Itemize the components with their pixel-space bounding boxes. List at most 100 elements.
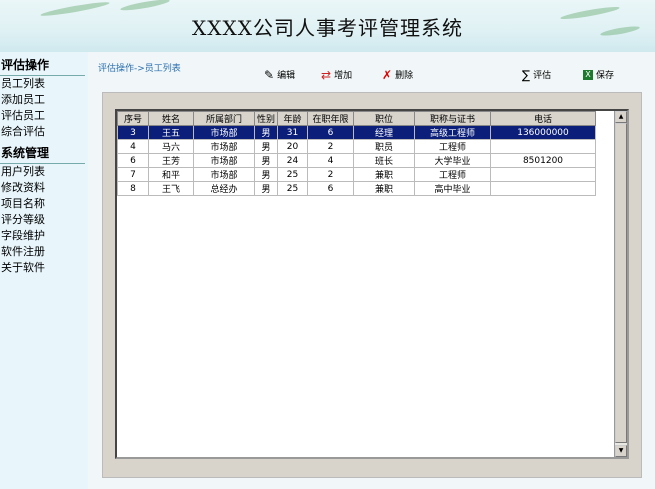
cell: 大学毕业 [414, 153, 491, 168]
sidebar-item-software-registration[interactable]: 软件注册 [0, 244, 88, 260]
cell: 4 [307, 153, 354, 168]
column-header[interactable]: 性别 [254, 111, 278, 126]
vertical-scrollbar[interactable]: ▲ ▼ [614, 111, 627, 457]
sidebar-item-about[interactable]: 关于软件 [0, 260, 88, 276]
cell: 6 [307, 181, 354, 196]
sidebar-item-rating-level[interactable]: 评分等级 [0, 212, 88, 228]
cell: 2 [307, 139, 354, 154]
cell: 市场部 [193, 125, 255, 140]
delete-icon: ✗ [382, 67, 393, 82]
cell: 136000000 [490, 125, 596, 140]
cell: 市场部 [193, 167, 255, 182]
main-content: 评估操作->员工列表 ✎ 编辑 ⇄ 增加 ✗ 删除 ∑ 评估 X 保存 序号 姓 [88, 52, 655, 489]
sidebar: 评估操作 员工列表 添加员工 评估员工 综合评估 系统管理 用户列表 修改资料 … [0, 52, 88, 489]
cell: 市场部 [193, 139, 255, 154]
cell: 总经办 [193, 181, 255, 196]
evaluate-button[interactable]: ∑ 评估 [522, 67, 552, 82]
delete-label: 删除 [395, 71, 414, 81]
cell: 高级工程师 [414, 125, 491, 140]
save-label: 保存 [596, 71, 615, 81]
breadcrumb[interactable]: 评估操作->员工列表 [98, 61, 181, 74]
header-banner: XXXX公司人事考评管理系统 [0, 0, 655, 52]
sidebar-section-title: 系统管理 [0, 140, 85, 164]
cell [490, 167, 596, 182]
app-title: XXXX公司人事考评管理系统 [192, 16, 463, 40]
edit-label: 编辑 [277, 71, 296, 81]
cell: 经理 [353, 125, 415, 140]
column-header[interactable]: 年龄 [277, 111, 308, 126]
cell: 6 [117, 153, 149, 168]
cell: 24 [277, 153, 308, 168]
sidebar-item-evaluate-employee[interactable]: 评估员工 [0, 108, 88, 124]
column-header[interactable]: 职位 [353, 111, 415, 126]
column-header[interactable]: 职称与证书 [414, 111, 491, 126]
cell: 兼职 [353, 181, 415, 196]
edit-button[interactable]: ✎ 编辑 [264, 68, 296, 82]
cell: 男 [254, 153, 278, 168]
cell: 兼职 [353, 167, 415, 182]
cell [490, 181, 596, 196]
cell: 25 [277, 181, 308, 196]
sidebar-section-title: 评估操作 [0, 52, 85, 76]
cell: 4 [117, 139, 149, 154]
cell: 马六 [148, 139, 194, 154]
cell: 男 [254, 167, 278, 182]
cell: 8 [117, 181, 149, 196]
employee-table: 序号 姓名 所属部门 性别 年龄 在职年限 职位 职称与证书 电话 3 王五 市… [117, 111, 596, 196]
sidebar-item-project-name[interactable]: 项目名称 [0, 196, 88, 212]
sidebar-item-overall-evaluation[interactable]: 综合评估 [0, 124, 88, 140]
sidebar-item-user-list[interactable]: 用户列表 [0, 164, 88, 180]
excel-icon: X [583, 69, 593, 80]
column-header[interactable]: 序号 [117, 111, 149, 126]
cell: 王芳 [148, 153, 194, 168]
table-row[interactable]: 8 王飞 总经办 男 25 6 兼职 高中毕业 [117, 181, 596, 196]
cell: 王五 [148, 125, 194, 140]
table-row[interactable]: 7 和平 市场部 男 25 2 兼职 工程师 [117, 167, 596, 182]
table-row[interactable]: 3 王五 市场部 男 31 6 经理 高级工程师 136000000 [117, 125, 596, 140]
cell: 20 [277, 139, 308, 154]
cell: 6 [307, 125, 354, 140]
cell: 7 [117, 167, 149, 182]
sidebar-item-edit-profile[interactable]: 修改资料 [0, 180, 88, 196]
add-icon: ⇄ [321, 67, 332, 82]
column-header[interactable]: 电话 [490, 111, 596, 126]
cell: 25 [277, 167, 308, 182]
scroll-down-button[interactable]: ▼ [615, 445, 627, 457]
cell: 高中毕业 [414, 181, 491, 196]
column-header[interactable]: 姓名 [148, 111, 194, 126]
cell: 男 [254, 125, 278, 140]
cell: 工程师 [414, 139, 491, 154]
cell: 和平 [148, 167, 194, 182]
cell: 男 [254, 181, 278, 196]
cell: 王飞 [148, 181, 194, 196]
cell [490, 139, 596, 154]
sidebar-item-add-employee[interactable]: 添加员工 [0, 92, 88, 108]
cell: 男 [254, 139, 278, 154]
cell: 2 [307, 167, 354, 182]
add-label: 增加 [334, 71, 353, 81]
column-header[interactable]: 在职年限 [307, 111, 354, 126]
employee-grid[interactable]: 序号 姓名 所属部门 性别 年龄 在职年限 职位 职称与证书 电话 3 王五 市… [115, 109, 629, 459]
cell: 职员 [353, 139, 415, 154]
sidebar-item-field-maintenance[interactable]: 字段维护 [0, 228, 88, 244]
sigma-icon: ∑ [522, 67, 531, 82]
cell: 工程师 [414, 167, 491, 182]
delete-button[interactable]: ✗ 删除 [382, 67, 414, 82]
cell: 8501200 [490, 153, 596, 168]
scroll-thumb[interactable] [615, 123, 627, 443]
cell: 31 [277, 125, 308, 140]
sidebar-section-evaluation: 评估操作 员工列表 添加员工 评估员工 综合评估 [0, 52, 88, 140]
table-row[interactable]: 4 马六 市场部 男 20 2 职员 工程师 [117, 139, 596, 154]
table-row[interactable]: 6 王芳 市场部 男 24 4 班长 大学毕业 8501200 [117, 153, 596, 168]
add-button[interactable]: ⇄ 增加 [321, 67, 353, 82]
scroll-up-button[interactable]: ▲ [615, 111, 627, 123]
sidebar-section-system: 系统管理 用户列表 修改资料 项目名称 评分等级 字段维护 软件注册 关于软件 [0, 140, 88, 276]
employee-panel: 序号 姓名 所属部门 性别 年龄 在职年限 职位 职称与证书 电话 3 王五 市… [102, 92, 642, 478]
cell: 3 [117, 125, 149, 140]
sidebar-item-employee-list[interactable]: 员工列表 [0, 76, 88, 92]
column-header[interactable]: 所属部门 [193, 111, 255, 126]
evaluate-label: 评估 [533, 71, 552, 81]
cell: 市场部 [193, 153, 255, 168]
save-button[interactable]: X 保存 [583, 68, 614, 81]
cell: 班长 [353, 153, 415, 168]
